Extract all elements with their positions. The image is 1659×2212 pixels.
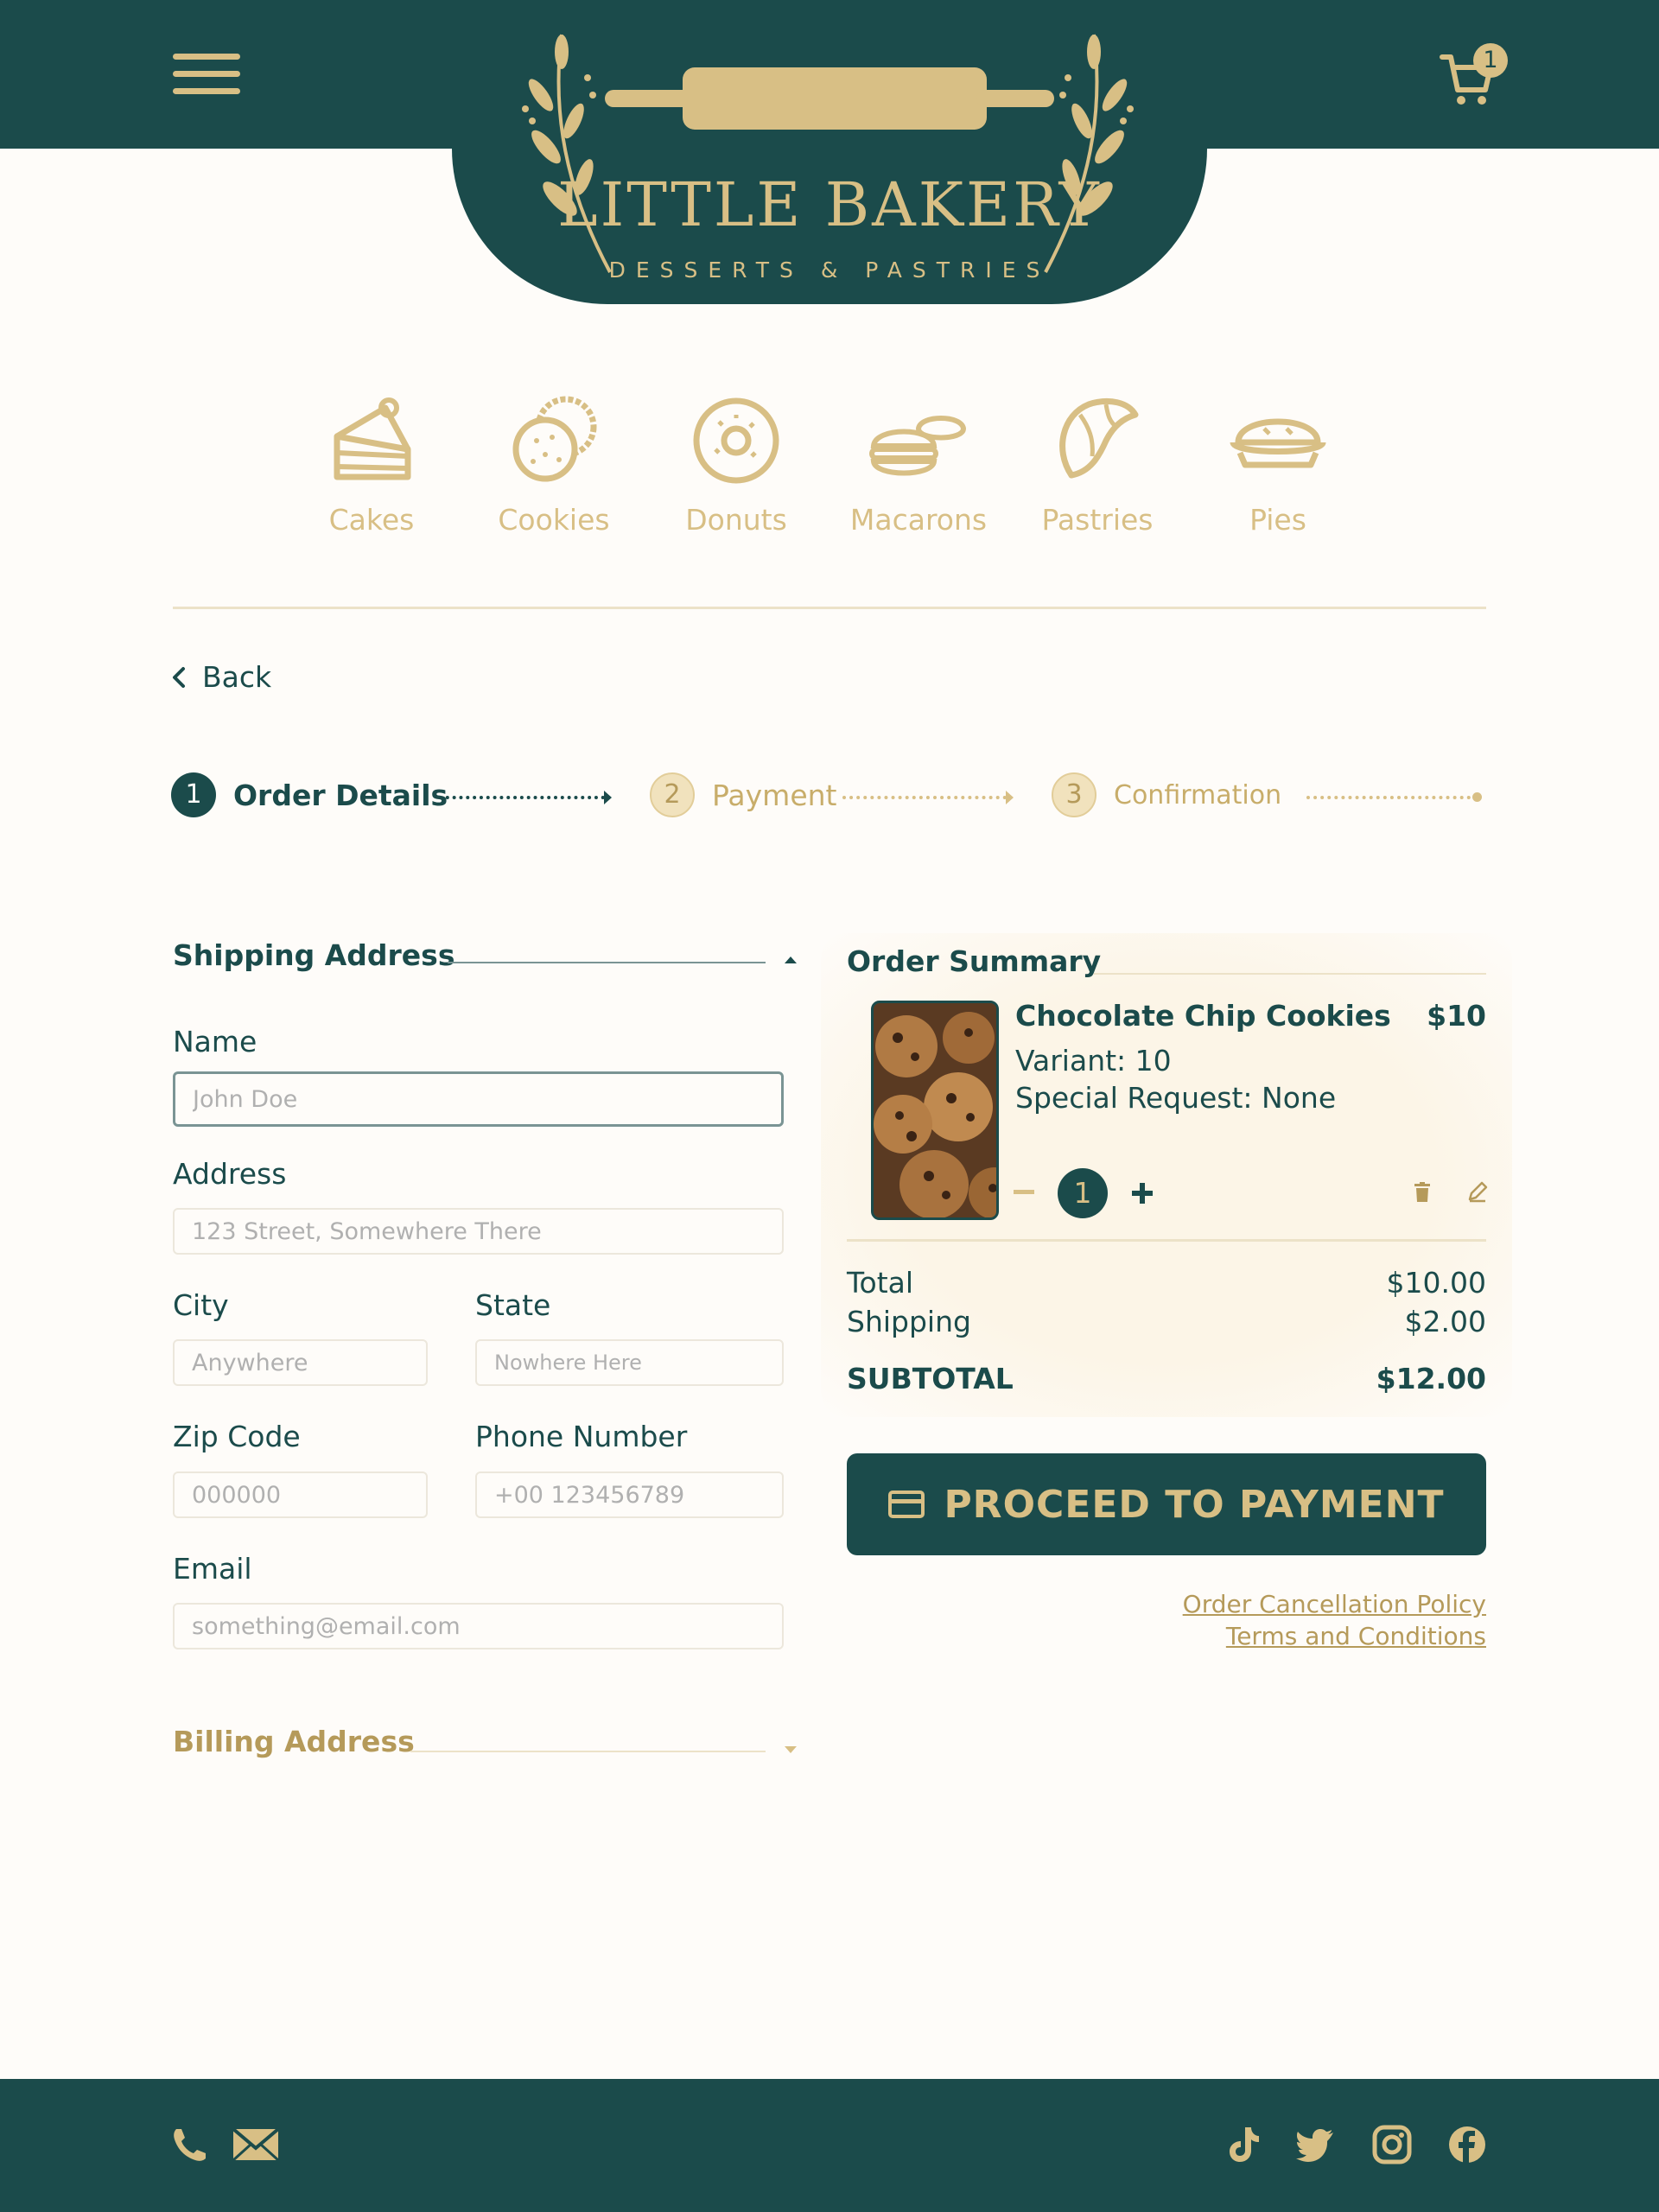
rolling-pin-logo	[605, 67, 1054, 130]
item-variant: Variant: 10	[1015, 1044, 1172, 1077]
shipping-title: Shipping Address	[173, 938, 455, 972]
step-label: Confirmation	[1114, 779, 1282, 810]
summary-title: Order Summary	[847, 944, 1102, 978]
product-image	[871, 1001, 999, 1220]
brand-tagline: DESSERTS & PASTRIES	[608, 257, 1051, 283]
category-cakes[interactable]: Cakes	[294, 389, 449, 537]
phone-field[interactable]	[475, 1471, 784, 1518]
collapse-up-icon[interactable]	[783, 954, 798, 966]
zip-field[interactable]	[173, 1471, 428, 1518]
step-end-dot	[1472, 792, 1482, 802]
step-label: Order Details	[233, 778, 448, 812]
quantity-value: 1	[1058, 1168, 1108, 1218]
category-label: Donuts	[685, 503, 787, 537]
name-label: Name	[173, 1025, 257, 1058]
back-label: Back	[202, 660, 272, 694]
category-label: Pies	[1249, 503, 1306, 537]
address-field[interactable]	[173, 1208, 784, 1255]
step-order-details[interactable]: 1 Order Details	[171, 772, 448, 817]
summary-divider	[847, 1239, 1486, 1242]
step-confirmation[interactable]: 3 Confirmation	[1052, 772, 1281, 817]
step-number: 2	[650, 772, 695, 817]
state-field[interactable]	[475, 1339, 784, 1386]
category-cookies[interactable]: Cookies	[476, 389, 632, 537]
pie-icon	[1230, 418, 1326, 468]
trash-icon[interactable]	[1414, 1182, 1431, 1203]
cookie-photo-illustration	[874, 1003, 996, 1217]
category-label: Macarons	[849, 503, 988, 537]
decrease-quantity-button[interactable]	[1014, 1190, 1034, 1194]
subtotal-label: SUBTOTAL	[847, 1362, 1014, 1395]
arrow-right-icon	[1006, 791, 1014, 804]
credit-card-icon	[888, 1491, 925, 1518]
category-macarons[interactable]: Macarons	[841, 389, 996, 537]
category-label: Cookies	[498, 503, 610, 537]
instagram-icon[interactable]	[1371, 2124, 1413, 2165]
name-field[interactable]	[173, 1071, 784, 1127]
summary-title-rule	[1094, 973, 1486, 975]
email-label: Email	[173, 1552, 252, 1586]
step-number: 1	[171, 772, 216, 817]
proceed-label: PROCEED TO PAYMENT	[944, 1482, 1445, 1527]
city-label: City	[173, 1288, 229, 1322]
cancellation-policy-link[interactable]: Order Cancellation Policy	[1106, 1590, 1486, 1618]
address-label: Address	[173, 1157, 287, 1191]
total-label: Total	[847, 1266, 914, 1300]
step-connector	[842, 796, 1007, 799]
terms-link[interactable]: Terms and Conditions	[1106, 1622, 1486, 1650]
zip-label: Zip Code	[173, 1420, 301, 1453]
cookies-icon	[512, 396, 597, 482]
item-name: Chocolate Chip Cookies	[1015, 999, 1391, 1033]
mail-icon[interactable]	[232, 2124, 280, 2165]
step-connector	[1306, 796, 1471, 799]
arrow-right-icon	[604, 791, 612, 804]
proceed-to-payment-button[interactable]: PROCEED TO PAYMENT	[847, 1453, 1486, 1555]
item-special-request: Special Request: None	[1015, 1081, 1337, 1115]
phone-icon[interactable]	[169, 2124, 211, 2165]
twitter-icon[interactable]	[1295, 2124, 1337, 2165]
category-label: Pastries	[1041, 503, 1154, 537]
shipping-value: $2.00	[1404, 1305, 1486, 1338]
cart-button[interactable]: 1	[1439, 43, 1508, 105]
increase-quantity-button[interactable]	[1131, 1182, 1154, 1205]
step-label: Payment	[712, 778, 837, 812]
category-label: Cakes	[328, 503, 415, 537]
expand-down-icon[interactable]	[783, 1744, 798, 1756]
subtotal-value: $12.00	[1376, 1362, 1486, 1395]
section-divider	[173, 607, 1486, 609]
brand-name: LITTLE BAKERY	[557, 169, 1102, 240]
tiktok-icon[interactable]	[1223, 2124, 1264, 2165]
billing-title[interactable]: Billing Address	[173, 1725, 415, 1758]
donut-icon	[693, 397, 779, 484]
category-pies[interactable]: Pies	[1200, 389, 1356, 537]
email-field[interactable]	[173, 1603, 784, 1649]
category-donuts[interactable]: Donuts	[658, 389, 814, 537]
edit-pencil-icon[interactable]	[1466, 1180, 1489, 1203]
step-number: 3	[1052, 772, 1096, 817]
phone-label: Phone Number	[475, 1420, 688, 1453]
back-link[interactable]: Back	[171, 660, 271, 694]
city-field[interactable]	[173, 1339, 428, 1386]
item-price: $10	[1427, 999, 1486, 1033]
category-pastries[interactable]: Pastries	[1020, 389, 1175, 537]
macarons-icon	[869, 416, 967, 476]
shipping-title-rule	[448, 962, 766, 963]
cake-slice-icon	[334, 397, 411, 480]
croissant-icon	[1059, 397, 1139, 479]
shipping-label: Shipping	[847, 1305, 971, 1338]
step-connector	[439, 796, 605, 799]
facebook-icon[interactable]	[1446, 2124, 1488, 2165]
step-payment[interactable]: 2 Payment	[650, 772, 836, 817]
hamburger-menu-icon[interactable]	[173, 54, 240, 95]
total-value: $10.00	[1386, 1266, 1486, 1300]
cart-count-badge: 1	[1473, 43, 1508, 78]
billing-title-rule	[410, 1751, 766, 1752]
state-label: State	[475, 1288, 551, 1322]
chevron-left-icon	[173, 666, 185, 688]
